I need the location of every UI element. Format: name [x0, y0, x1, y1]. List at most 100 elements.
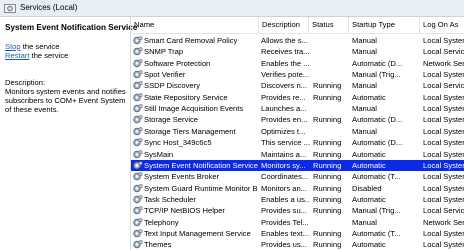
stop-action-line: Stop the service	[5, 42, 59, 51]
table-row[interactable]: State Repository Service Provides re... Ru…	[131, 92, 464, 103]
service-startup-type: Manual	[352, 217, 377, 227]
gear-icon	[133, 229, 143, 238]
service-log-on-as: Local Service	[423, 206, 464, 216]
service-name: Storage Tiers Management	[144, 126, 236, 136]
restart-action-text: the service	[29, 51, 69, 60]
table-row[interactable]: TCP/IP NetBIOS Helper Provides su... Runni…	[131, 205, 464, 216]
service-name: Spot Verifier	[144, 70, 186, 80]
column-header-description[interactable]: Description	[259, 17, 309, 33]
gear-icon	[133, 161, 143, 170]
gear-icon	[133, 104, 143, 113]
gear-icon	[133, 58, 143, 67]
service-name: Smart Card Removal Policy	[144, 36, 238, 45]
service-log-on-as: Local System	[423, 70, 464, 80]
table-row[interactable]: System Event Notification Service Monitor…	[131, 159, 464, 171]
table-row[interactable]: SSDP Discovery Discovers n... Running Manua…	[131, 80, 464, 91]
service-log-on-as: Local System	[423, 228, 464, 238]
service-description: Launches a...	[261, 104, 307, 114]
table-row[interactable]: Sync Host_349c6c5 This service ... Running…	[131, 137, 464, 148]
service-log-on-as: Local System	[423, 160, 464, 170]
service-name: Storage Service	[144, 115, 199, 125]
gear-icon	[133, 172, 143, 181]
service-name: Telephony	[144, 217, 179, 227]
service-status	[313, 58, 349, 69]
service-log-on-as: Network Service	[423, 58, 464, 68]
table-row[interactable]: Telephony Provides Tel... Manual Network Se…	[131, 217, 464, 228]
description-label: Description:	[5, 78, 46, 87]
gear-icon	[133, 36, 143, 45]
service-startup-type: Disabled	[352, 183, 382, 193]
service-name: State Repository Service	[144, 92, 228, 102]
service-status: Running	[313, 138, 342, 148]
service-status: Running	[313, 206, 342, 216]
service-status: Running	[313, 240, 342, 250]
service-description: Monitors an...	[261, 183, 308, 193]
service-startup-type: Manual	[352, 36, 377, 45]
column-header-log-on-as[interactable]: Log On As	[420, 17, 464, 33]
service-name: System Guard Runtime Monitor Br...	[144, 183, 258, 193]
service-description: Verifies pote...	[261, 70, 310, 80]
service-startup-type: Automatic	[352, 149, 386, 159]
table-row[interactable]: System Events Broker Coordinates... Runnin…	[131, 171, 464, 182]
column-header-startup-type[interactable]: Startup Type	[349, 17, 420, 33]
selected-service-title: System Event Notification Service	[5, 23, 138, 32]
table-row[interactable]: Software Protection Enables the ... Automa…	[131, 58, 464, 69]
service-startup-type: Automatic	[352, 160, 386, 170]
service-log-on-as: Local System	[423, 36, 464, 45]
service-description: Enables the ...	[261, 58, 310, 68]
service-log-on-as: Local System	[423, 149, 464, 159]
service-name: Software Protection	[144, 58, 211, 68]
table-row[interactable]: System Guard Runtime Monitor Br... Monito…	[131, 183, 464, 194]
service-log-on-as: Network Service	[423, 217, 464, 227]
table-row[interactable]: SysMain Maintains a... Running Automatic Loc…	[131, 149, 464, 160]
table-row[interactable]: Smart Card Removal Policy Allows the s...…	[131, 35, 464, 46]
service-name: System Event Notification Service	[144, 160, 258, 170]
service-description: Provides re...	[261, 92, 306, 102]
restart-service-link[interactable]: Restart	[5, 51, 29, 60]
table-row[interactable]: Spot Verifier Verifies pote... Manual (Tri…	[131, 69, 464, 80]
service-description: Provides en...	[261, 115, 308, 125]
gear-icon	[133, 70, 143, 79]
gear-icon	[133, 217, 143, 226]
header-separator	[131, 33, 464, 34]
service-startup-type: Automatic (T...	[352, 172, 401, 182]
service-description: Enables text...	[261, 228, 310, 238]
service-status	[313, 217, 349, 228]
gear-icon	[133, 93, 143, 101]
service-name: SNMP Trap	[144, 47, 184, 57]
service-log-on-as: Local System	[423, 194, 464, 204]
service-description: Monitors sy...	[261, 160, 306, 170]
service-startup-type: Automatic (D...	[352, 115, 403, 125]
service-name: System Events Broker	[144, 172, 220, 182]
service-log-on-as: Local System	[423, 92, 464, 102]
service-status	[313, 103, 349, 114]
table-row[interactable]: SNMP Trap Receives tra... Manual Local Serv…	[131, 46, 464, 57]
service-log-on-as: Local System	[423, 126, 464, 136]
table-row[interactable]: Storage Service Provides en... Running Auto…	[131, 114, 464, 125]
service-log-on-as: Local System	[423, 240, 464, 250]
service-description: This service ...	[261, 138, 310, 148]
service-description: Provides su...	[261, 206, 308, 216]
services-icon	[4, 4, 16, 13]
service-status: Running	[313, 228, 342, 238]
table-row[interactable]: Text Input Management Service Enables tex…	[131, 228, 464, 239]
gear-icon	[133, 138, 143, 147]
service-description: Provides us...	[261, 240, 308, 250]
table-row[interactable]: Themes Provides us... Running Automatic Loca…	[131, 239, 464, 250]
service-status	[313, 35, 349, 46]
table-row[interactable]: Storage Tiers Management Optimizes t... Ma…	[131, 126, 464, 137]
service-status: Running	[313, 149, 342, 159]
stop-service-link[interactable]: Stop	[5, 42, 21, 51]
services-header-bar: Services (Local)	[0, 0, 464, 17]
column-header-name[interactable]: Name	[131, 17, 259, 33]
gear-icon	[133, 240, 143, 249]
service-status: Running	[313, 183, 342, 193]
column-header-status[interactable]: Status	[309, 17, 349, 33]
table-row[interactable]: Still Image Acquisition Events Launches a…	[131, 103, 464, 114]
service-description: Discovers n...	[261, 81, 307, 91]
service-log-on-as: Local System	[423, 104, 464, 114]
restart-action-line: Restart the service	[5, 51, 68, 60]
service-status: Running	[313, 92, 342, 102]
gear-icon	[133, 127, 143, 135]
table-row[interactable]: Task Scheduler Enables a us... Running Auto…	[131, 194, 464, 205]
